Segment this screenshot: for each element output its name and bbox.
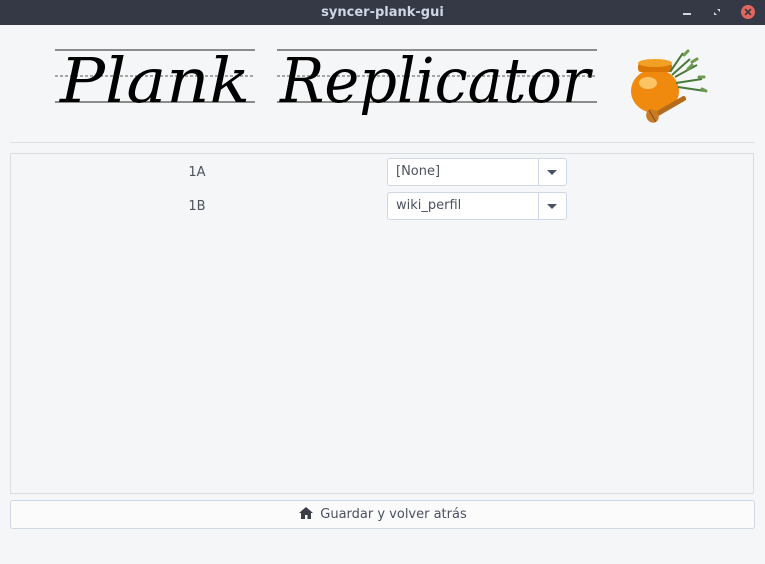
- mapping-panel: 1A [None] 1B wiki_perfil: [10, 153, 754, 494]
- header-separator: [10, 142, 755, 143]
- row-label-1b: 1B: [188, 199, 206, 214]
- save-and-back-button[interactable]: Guardar y volver atrás: [10, 500, 755, 529]
- dropdown-arrow-icon[interactable]: [546, 168, 558, 176]
- banner-title-word-1: Plank: [59, 44, 250, 117]
- banner-graphic: Plank Replicator: [55, 44, 708, 123]
- window-title: syncer-plank-gui: [321, 5, 444, 20]
- dropdown-arrow-icon[interactable]: [546, 202, 558, 210]
- save-and-back-label: Guardar y volver atrás: [320, 507, 467, 522]
- row-label-1a: 1A: [188, 165, 206, 180]
- close-icon[interactable]: [740, 4, 756, 20]
- home-icon: [299, 507, 314, 519]
- profile-dropdown-1a[interactable]: [None]: [387, 158, 567, 186]
- dropdown-divider: [538, 193, 539, 219]
- save-and-back-button-content: Guardar y volver atrás: [11, 501, 754, 528]
- maximize-icon[interactable]: [709, 4, 725, 20]
- title-bar: syncer-plank-gui: [0, 0, 765, 25]
- honey-pot-icon: [631, 49, 708, 123]
- profile-dropdown-1b[interactable]: wiki_perfil: [387, 192, 567, 220]
- dropdown-value: [None]: [396, 164, 441, 179]
- dropdown-value: wiki_perfil: [396, 198, 462, 213]
- header-banner: Plank Replicator: [0, 25, 765, 142]
- dropdown-divider: [538, 159, 539, 185]
- banner-title-word-2: Replicator: [279, 44, 593, 117]
- minimize-icon[interactable]: [679, 4, 695, 20]
